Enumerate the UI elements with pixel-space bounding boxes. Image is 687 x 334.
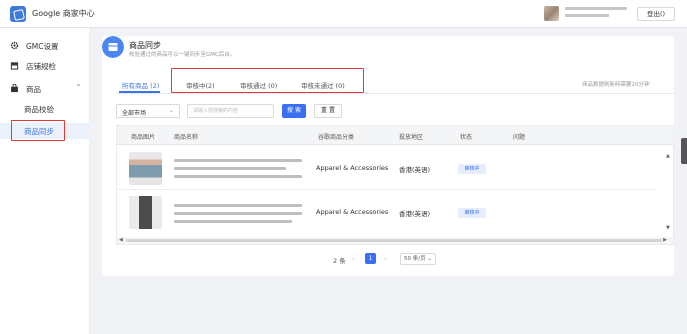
scroll-right-icon[interactable]: ▶: [663, 237, 667, 243]
column-header: 问题: [513, 134, 526, 141]
search-input[interactable]: [187, 104, 274, 118]
chevron-right-icon[interactable]: ›: [384, 255, 387, 263]
region-cell: 香港(英语): [399, 210, 431, 218]
table-row[interactable]: Apparel & Accessories 香港(英语) 审核中: [117, 145, 657, 190]
page-size-select[interactable]: 50 条/页 ⌄: [400, 253, 436, 265]
sidebar-item-label: 商品校验: [24, 105, 54, 114]
column-header: 商品名称: [174, 134, 199, 141]
logout-button[interactable]: 登出(): [637, 7, 675, 21]
product-name-redacted: [174, 159, 302, 162]
product-image[interactable]: [129, 196, 162, 229]
product-name-redacted: [174, 220, 292, 223]
highlight-outline-tabs: [171, 68, 364, 93]
column-header: 谷歌商品分类: [318, 134, 355, 141]
sidebar-item-store-check[interactable]: 店铺规检: [0, 58, 90, 74]
user-name-redacted: [565, 7, 627, 10]
column-header: 投放地区: [399, 134, 424, 141]
horizontal-scrollbar[interactable]: ◀ ▶: [117, 237, 673, 244]
sidebar-item-product-check[interactable]: 商品校验: [0, 101, 90, 117]
category-cell: Apparel & Accessories: [316, 208, 389, 216]
highlight-outline-sidebar: [11, 120, 65, 141]
products-table: 商品图片 商品名称 谷歌商品分类 投放地区 状态 问题 Apparel & Ac…: [116, 125, 674, 245]
user-email-redacted: [565, 14, 609, 17]
product-image[interactable]: [129, 152, 162, 185]
table-row[interactable]: Apparel & Accessories 香港(英语) 审核中: [117, 190, 657, 235]
pagination-total: 2 条: [333, 257, 346, 265]
chevron-down-icon: ⌄: [168, 107, 174, 114]
avatar[interactable]: [544, 6, 559, 21]
sidebar-item-gmc-settings[interactable]: GMC设置: [0, 38, 90, 54]
product-name-redacted: [174, 204, 302, 207]
scroll-up-icon[interactable]: ▲: [666, 153, 670, 159]
main-card: 商品同步 校验通过的商品可以一键同步至GMC后台。 所有商品 (2) 审核中(2…: [102, 36, 674, 276]
sidebar-item-label: 商品: [26, 85, 41, 94]
status-badge: 审核中: [458, 164, 486, 174]
product-name-redacted: [174, 167, 286, 170]
page-subtitle: 校验通过的商品可以一键同步至GMC后台。: [129, 52, 236, 58]
gear-icon: [10, 41, 19, 50]
sidebar: GMC设置 店铺规检 商品 ^ 商品校验 商品同步: [0, 28, 90, 334]
scroll-left-icon[interactable]: ◀: [119, 237, 123, 243]
tab-all-products[interactable]: 所有商品 (2): [122, 80, 159, 90]
tabs-divider: [116, 93, 674, 94]
app-title: Google 商家中心: [32, 9, 95, 18]
top-header: Google 商家中心 登出(): [0, 0, 687, 28]
page-number-current[interactable]: 1: [365, 253, 376, 264]
search-button[interactable]: 搜 索: [282, 104, 306, 118]
category-cell: Apparel & Accessories: [316, 164, 389, 172]
sync-page-icon: [102, 36, 124, 58]
table-header: 商品图片 商品名称 谷歌商品分类 投放地区 状态 问题: [117, 126, 673, 145]
vertical-scrollbar[interactable]: ▲ ▼: [666, 145, 672, 237]
scrollbar-thumb[interactable]: [126, 239, 662, 242]
product-name-redacted: [174, 175, 302, 178]
chevron-left-icon[interactable]: ‹: [352, 255, 355, 263]
bag-icon: [11, 84, 18, 93]
sidebar-item-products[interactable]: 商品 ^: [0, 81, 90, 97]
product-name-redacted: [174, 212, 302, 215]
market-select[interactable]: 全部市场 ⌄: [116, 104, 180, 118]
market-select-value: 全部市场: [122, 110, 147, 117]
app-logo-icon[interactable]: [10, 6, 26, 22]
sidebar-item-label: GMC设置: [26, 42, 59, 51]
reset-button[interactable]: 重 置: [314, 104, 342, 118]
column-header: 商品图片: [131, 134, 156, 141]
sync-note: 商品数据刷新時需要20分钟: [582, 82, 650, 88]
region-cell: 香港(英语): [399, 166, 431, 174]
side-panel-handle[interactable]: [681, 138, 687, 164]
column-header: 状态: [460, 134, 473, 141]
scroll-down-icon[interactable]: ▼: [666, 225, 670, 231]
sidebar-item-label: 店铺规检: [26, 62, 56, 71]
chevron-up-icon[interactable]: ^: [76, 84, 81, 91]
status-badge: 审核中: [458, 208, 486, 218]
store-icon: [10, 62, 19, 70]
